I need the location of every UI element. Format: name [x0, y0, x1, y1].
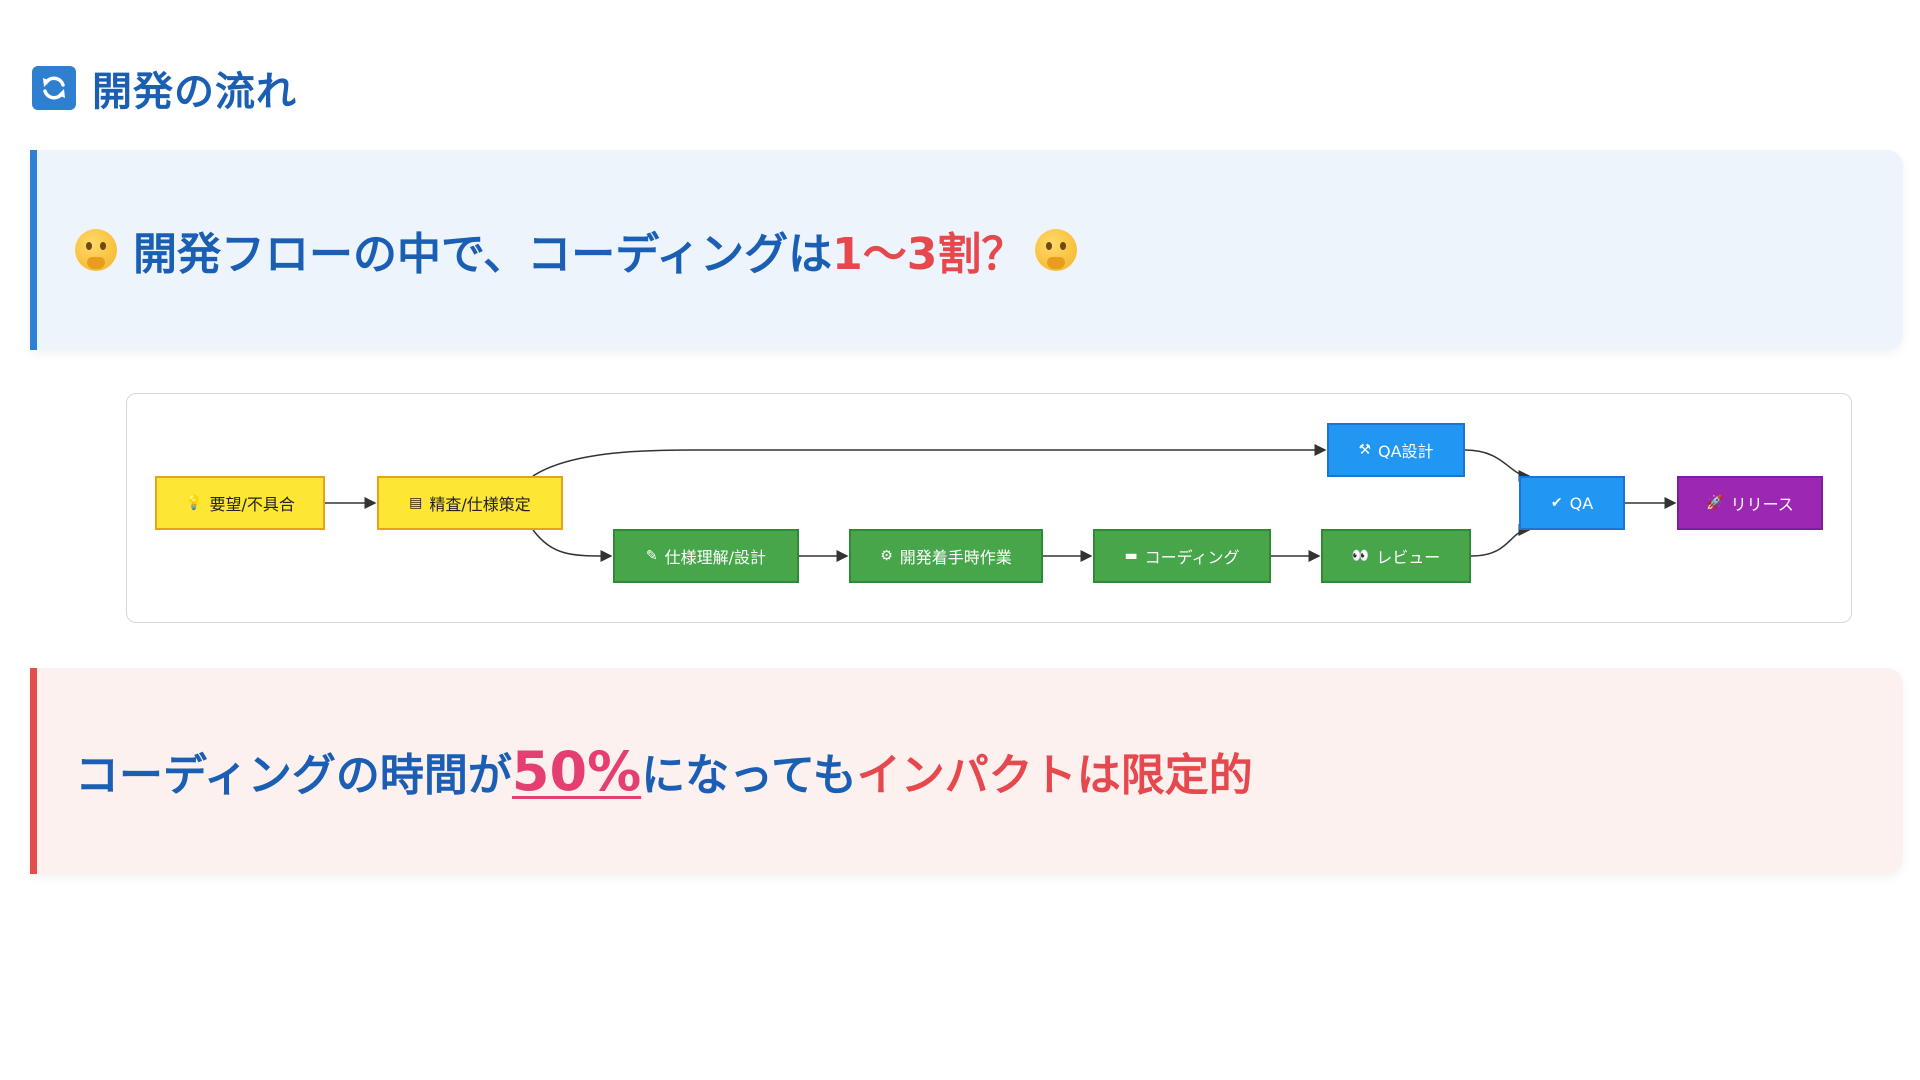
impact-prefix: コーディングの時間が	[75, 750, 512, 801]
flow-node-icon: ✔	[1550, 495, 1563, 511]
flow-node-icon: ⚙	[880, 548, 893, 564]
flow-node-icon: ⚒	[1358, 442, 1371, 458]
page-title: 開発の流れ	[92, 69, 297, 115]
flow-node-label: 要望/不具合	[209, 495, 295, 514]
flow-node-scrutiny: ▤ 精査/仕様策定	[377, 476, 563, 530]
flow-node-request: 💡 要望/不具合	[155, 476, 325, 530]
thinking-face-icon	[75, 229, 117, 271]
flow-node-label: 開発着手時作業	[899, 548, 1012, 567]
flow-node-icon: 🚀	[1706, 495, 1724, 511]
thinking-face-icon	[1035, 229, 1078, 271]
flow-node-review: 👀 レビュー	[1321, 529, 1471, 583]
question-text: 開発フローの中で、コーディングは	[133, 229, 833, 280]
flow-edge-scrutiny-to-qa-design	[532, 444, 1327, 477]
flow-node-label: 仕様理解/設計	[664, 548, 767, 567]
flow-node-label: 精査/仕様策定	[429, 495, 531, 514]
flow-node-qa: ✔ QA	[1519, 476, 1625, 530]
flow-node-icon: ▬	[1124, 548, 1138, 564]
page-header: 開発の流れ	[32, 62, 297, 115]
impact-emphasis: インパクトは限定的	[856, 750, 1253, 801]
flow-node-label: リリース	[1730, 495, 1794, 514]
flow-edge-scrutiny-to-spec-understanding	[532, 529, 613, 562]
flow-node-icon: ✎	[645, 548, 658, 564]
question-callout: 開発フローの中で、コーディングは1〜3割？	[30, 150, 1903, 350]
flow-diagram: 💡 要望/不具合 ▤ 精査/仕様策定 ✎ 仕様理解/設計 ⚙ 開発着手時作業 ▬ コーディング 👀 レ…	[126, 393, 1852, 623]
refresh-icon	[32, 66, 76, 110]
flow-node-coding: ▬ コーディング	[1093, 529, 1271, 583]
flow-node-icon: ▤	[409, 495, 423, 511]
flow-edge-review-to-qa	[1470, 524, 1531, 557]
flow-node-label: QA	[1569, 493, 1594, 513]
flow-node-label: レビュー	[1376, 548, 1441, 567]
flow-node-release: 🚀 リリース	[1677, 476, 1823, 530]
impact-callout: コーディングの時間が 50% になっても インパクトは限定的	[30, 668, 1903, 874]
flow-node-label: コーディング	[1144, 548, 1240, 567]
flow-node-dev-start: ⚙ 開発着手時作業	[849, 529, 1043, 583]
flow-node-spec-understanding: ✎ 仕様理解/設計	[613, 529, 799, 583]
flow-node-qa-design: ⚒ QA設計	[1327, 423, 1465, 477]
impact-percent: 50%	[511, 739, 642, 803]
impact-middle: になっても	[641, 750, 857, 801]
question-highlight: 1〜3割？	[832, 229, 1026, 280]
flow-edge-qa-design-to-qa	[1464, 449, 1531, 482]
flow-node-icon: 👀	[1351, 548, 1370, 564]
flow-node-icon: 💡	[185, 495, 203, 511]
flow-node-label: QA設計	[1378, 442, 1434, 461]
